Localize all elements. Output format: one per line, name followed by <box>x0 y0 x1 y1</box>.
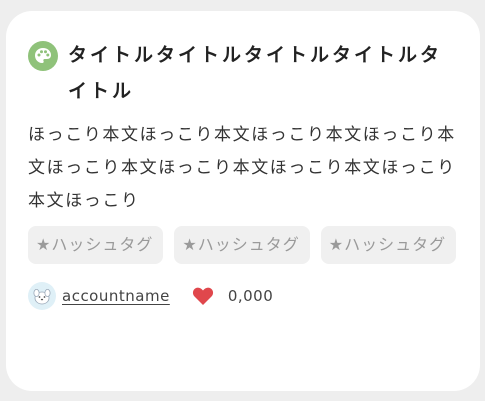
title-row: タイトルタイトルタイトルタイトルタイトル <box>28 39 460 109</box>
post-card[interactable]: タイトルタイトルタイトルタイトルタイトル ほっこり本文ほっこり本文ほっこり本文ほ… <box>6 11 480 391</box>
hashtag-chip[interactable]: ★ハッシュタグ <box>320 226 457 264</box>
hashtag-chip[interactable]: ★ハッシュタグ <box>28 226 164 264</box>
avatar[interactable] <box>28 282 56 310</box>
card-footer: accountname 0,000 <box>28 282 460 310</box>
heart-icon[interactable] <box>192 286 214 306</box>
account-name-link[interactable]: accountname <box>62 287 170 305</box>
hashtag-list: ★ハッシュタグ ★ハッシュタグ ★ハッシュタグ <box>28 226 468 276</box>
hashtag-chip[interactable]: ★ハッシュタグ <box>174 226 310 264</box>
like-count: 0,000 <box>227 287 274 305</box>
palette-icon <box>28 41 58 71</box>
post-body: ほっこり本文ほっこり本文ほっこり本文ほっこり本文ほっこり本文ほっこり本文ほっこり… <box>28 125 456 211</box>
post-title[interactable]: タイトルタイトルタイトルタイトルタイトル <box>68 37 460 109</box>
